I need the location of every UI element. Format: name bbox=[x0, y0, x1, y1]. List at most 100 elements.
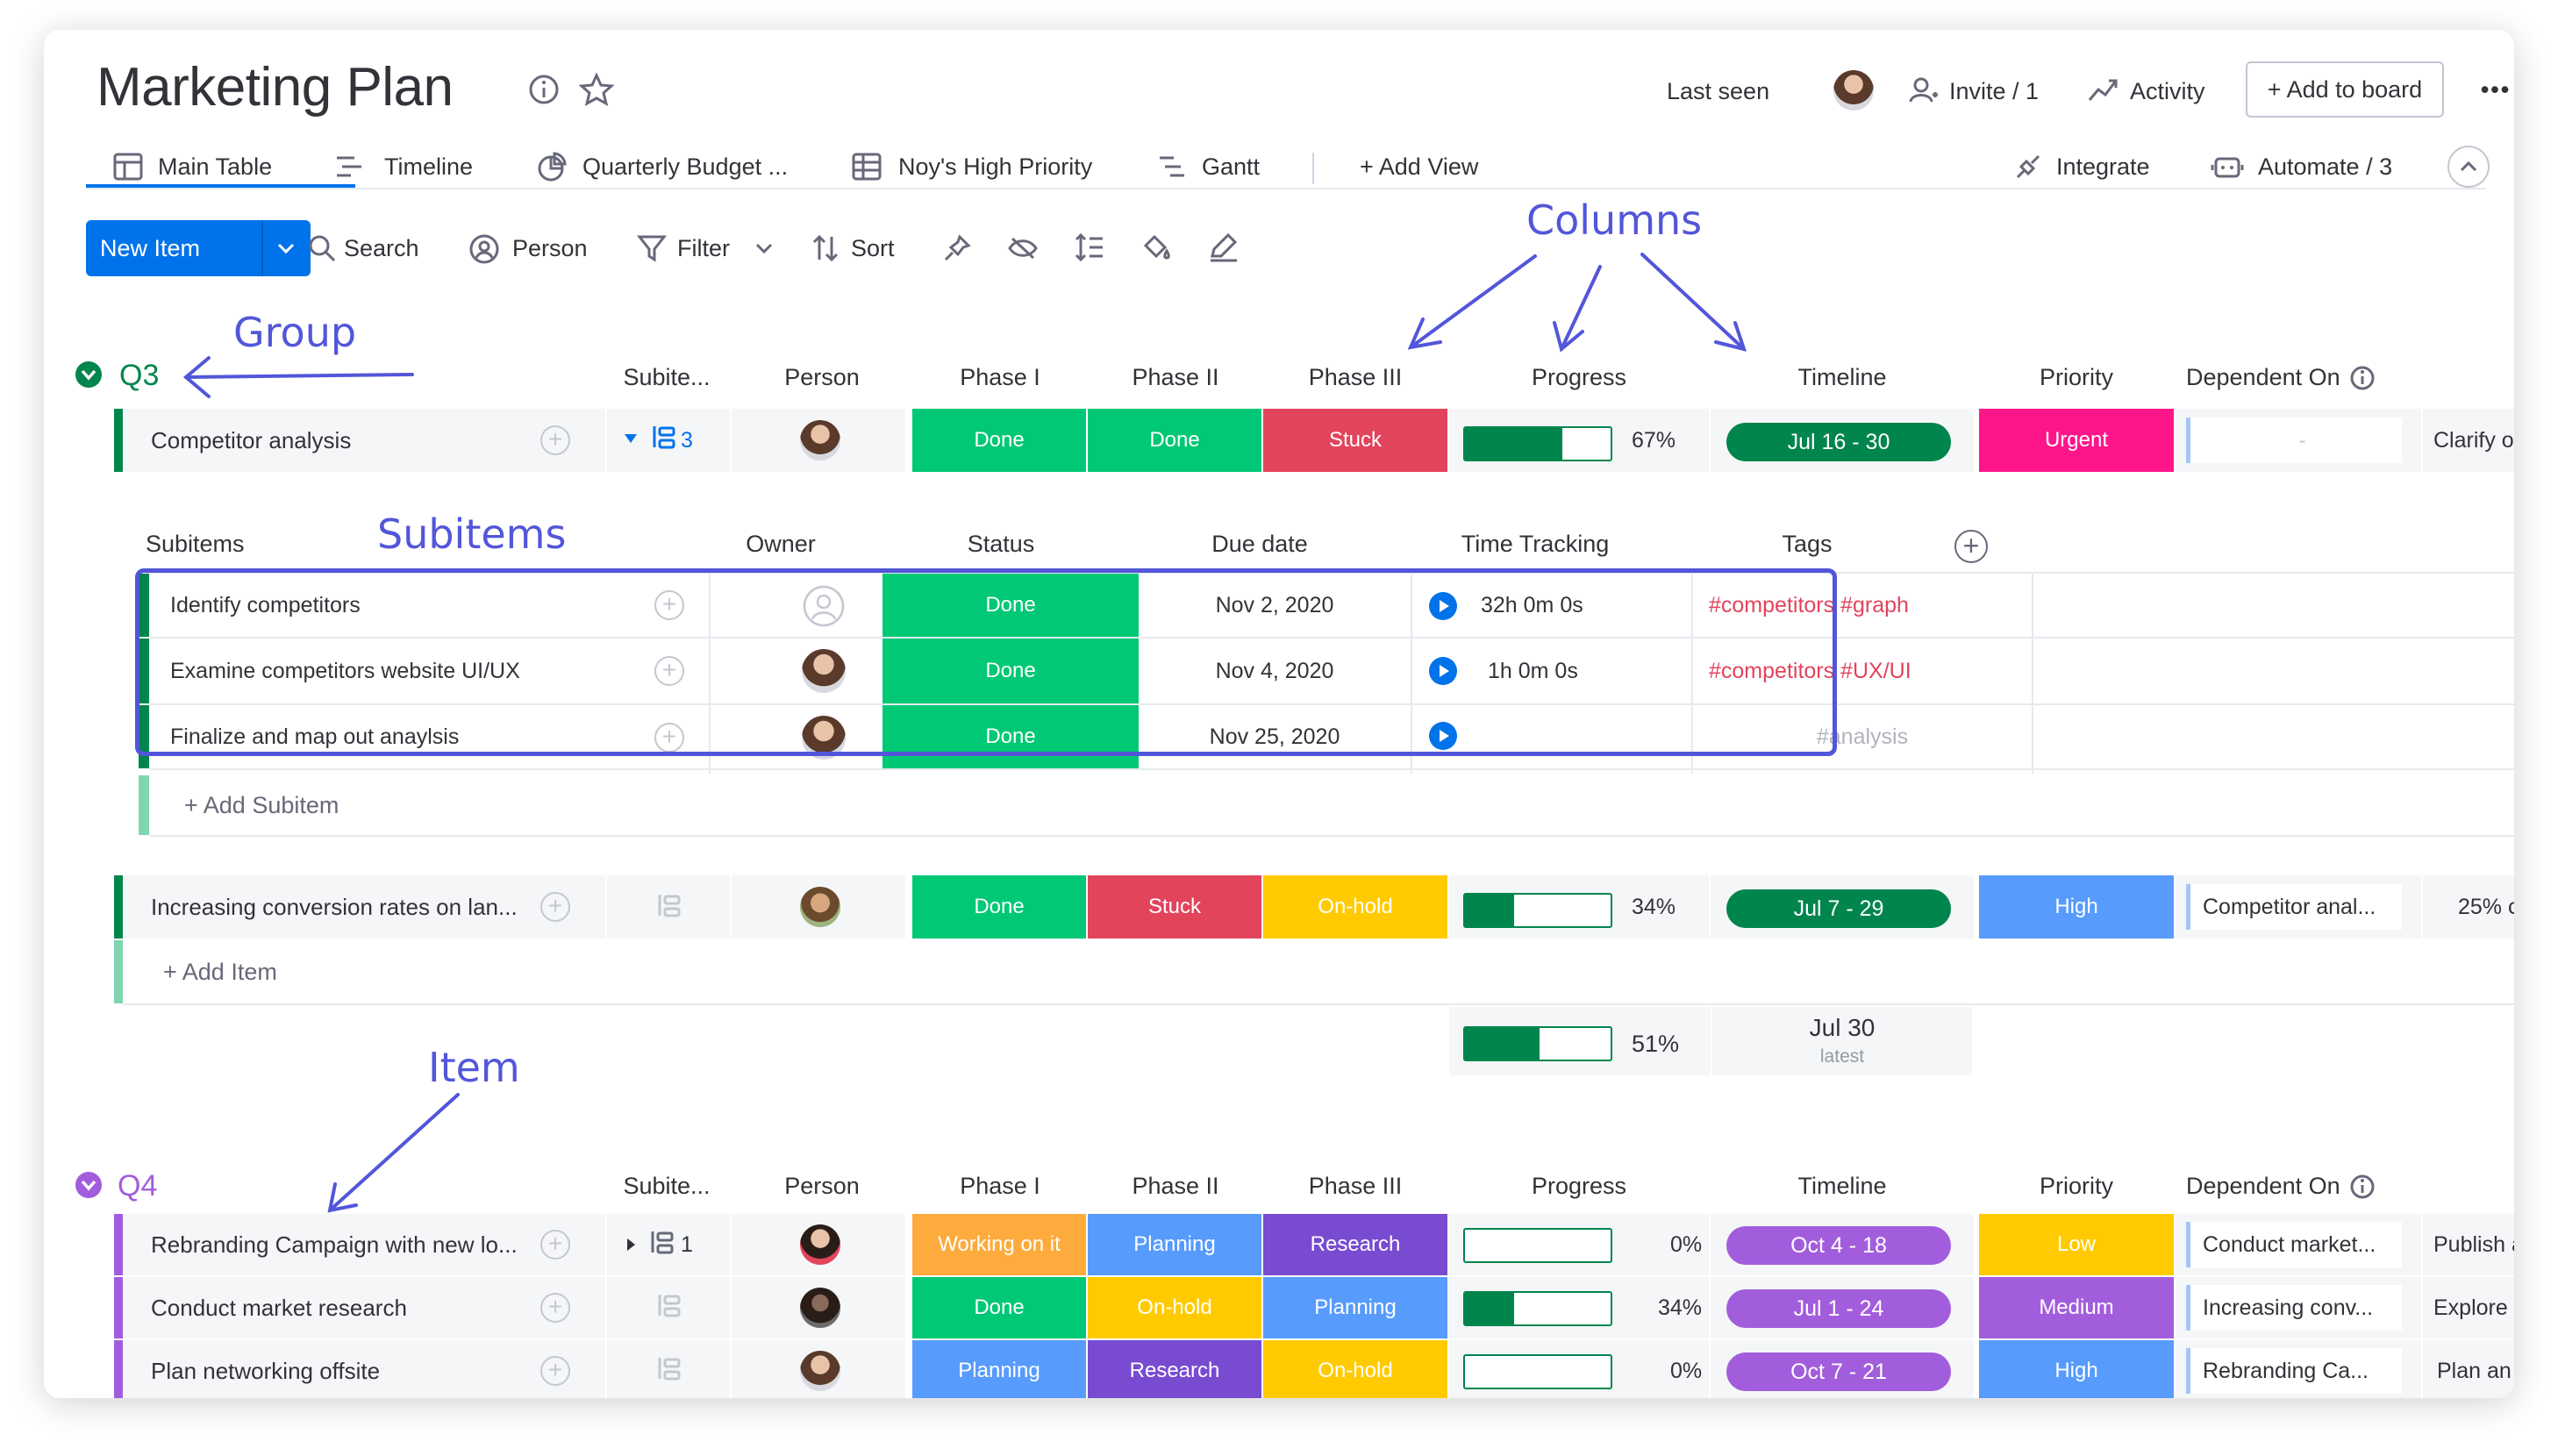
add-update-icon[interactable]: + bbox=[540, 1356, 570, 1386]
timeline-pill[interactable]: Oct 4 - 18 bbox=[1726, 1226, 1951, 1265]
status-phase-1[interactable]: Planning bbox=[912, 1340, 1086, 1398]
dependent-value[interactable]: Conduct market... bbox=[2186, 1222, 2402, 1267]
extra-column-value[interactable]: Publish a n bbox=[2433, 1214, 2514, 1275]
caret-down-icon[interactable] bbox=[623, 432, 639, 446]
sort-button[interactable]: Sort bbox=[851, 231, 895, 266]
add-column-icon[interactable]: + bbox=[1954, 530, 1988, 563]
column-header-phase-3[interactable]: Phase III bbox=[1263, 1168, 1447, 1203]
timeline-pill[interactable]: Oct 7 - 21 bbox=[1726, 1353, 1951, 1391]
dependent-value[interactable]: Competitor anal... bbox=[2186, 884, 2402, 930]
avatar[interactable] bbox=[800, 420, 840, 460]
column-header-progress[interactable]: Progress bbox=[1456, 1168, 1702, 1203]
column-header-phase-2[interactable]: Phase II bbox=[1088, 360, 1263, 395]
column-header-dependent-on[interactable]: Dependent On bbox=[2186, 360, 2340, 395]
status-phase-3[interactable]: On-hold bbox=[1263, 1340, 1447, 1398]
priority-status[interactable]: High bbox=[1979, 875, 2174, 939]
pen-icon[interactable] bbox=[1207, 232, 1239, 263]
priority-status[interactable]: Low bbox=[1979, 1214, 2174, 1275]
tab-gantt[interactable]: Gantt bbox=[1202, 149, 1260, 184]
activity-icon[interactable] bbox=[2088, 77, 2118, 103]
item-name[interactable]: Competitor analysis bbox=[151, 409, 351, 472]
hide-icon[interactable] bbox=[1007, 233, 1039, 263]
column-header-phase-1[interactable]: Phase I bbox=[912, 360, 1088, 395]
column-header-priority[interactable]: Priority bbox=[1979, 1168, 2174, 1203]
color-fill-icon[interactable] bbox=[1140, 232, 1172, 263]
search-button[interactable]: Search bbox=[344, 231, 419, 266]
column-header-progress[interactable]: Progress bbox=[1456, 360, 1702, 395]
status-phase-1[interactable]: Working on it bbox=[912, 1214, 1086, 1275]
board-title[interactable]: Marketing Plan bbox=[96, 56, 454, 118]
priority-status[interactable]: Medium bbox=[1979, 1277, 2174, 1338]
subitems-icon[interactable] bbox=[654, 1354, 682, 1384]
tab-main-table[interactable]: Main Table bbox=[158, 149, 272, 184]
status-phase-2[interactable]: Stuck bbox=[1088, 875, 1261, 939]
column-header-timeline[interactable]: Timeline bbox=[1711, 360, 1974, 395]
info-icon[interactable] bbox=[2349, 365, 2376, 391]
column-header-phase-3[interactable]: Phase III bbox=[1263, 360, 1447, 395]
group-title-q4[interactable]: Q4 bbox=[118, 1167, 157, 1205]
column-header-subitems[interactable]: Subite... bbox=[605, 360, 728, 395]
add-view-button[interactable]: + Add View bbox=[1360, 149, 1478, 184]
status-phase-1[interactable]: Done bbox=[912, 409, 1086, 472]
item-name[interactable]: Increasing conversion rates on lan... bbox=[151, 875, 518, 939]
subitems-icon[interactable] bbox=[654, 891, 682, 921]
subitems-icon[interactable] bbox=[654, 1291, 682, 1321]
filter-button[interactable]: Filter bbox=[677, 231, 730, 266]
timeline-pill[interactable]: Jul 16 - 30 bbox=[1726, 423, 1951, 461]
chevron-down-icon[interactable] bbox=[754, 242, 774, 256]
timeline-pill[interactable]: Jul 1 - 24 bbox=[1726, 1289, 1951, 1328]
tab-noys-high-priority[interactable]: Noy's High Priority bbox=[898, 149, 1092, 184]
tab-quarterly-budget[interactable]: Quarterly Budget ... bbox=[582, 149, 788, 184]
info-icon[interactable] bbox=[528, 74, 560, 105]
subitems-header-status[interactable]: Status bbox=[874, 526, 1128, 561]
new-item-button[interactable]: New Item bbox=[86, 220, 311, 276]
add-to-board-button[interactable]: + Add to board bbox=[2246, 61, 2444, 118]
add-update-icon[interactable]: + bbox=[540, 892, 570, 922]
activity-button[interactable]: Activity bbox=[2130, 74, 2205, 109]
avatar[interactable] bbox=[800, 1288, 840, 1328]
extra-column-value[interactable]: Clarify our bbox=[2433, 409, 2514, 472]
status-phase-2[interactable]: Research bbox=[1088, 1340, 1261, 1398]
subitems-header-owner[interactable]: Owner bbox=[693, 526, 868, 561]
status-phase-3[interactable]: Planning bbox=[1263, 1277, 1447, 1338]
subitems-header-tags[interactable]: Tags bbox=[1676, 526, 1939, 561]
item-name[interactable]: Conduct market research bbox=[151, 1277, 407, 1338]
tab-timeline[interactable]: Timeline bbox=[384, 149, 473, 184]
group-collapse-icon[interactable] bbox=[74, 1170, 104, 1200]
subitems-header-time-tracking[interactable]: Time Tracking bbox=[1395, 526, 1676, 561]
priority-status[interactable]: Urgent bbox=[1979, 409, 2174, 472]
group-title-q3[interactable]: Q3 bbox=[119, 356, 159, 395]
add-subitem-button[interactable]: + Add Subitem bbox=[184, 775, 339, 835]
invite-button[interactable]: Invite / 1 bbox=[1949, 74, 2039, 109]
add-item-button[interactable]: + Add Item bbox=[163, 940, 277, 1003]
column-header-phase-1[interactable]: Phase I bbox=[912, 1168, 1088, 1203]
dependent-value[interactable]: - bbox=[2186, 418, 2402, 463]
row-height-icon[interactable] bbox=[1074, 232, 1105, 263]
status-phase-3[interactable]: Research bbox=[1263, 1214, 1447, 1275]
avatar[interactable] bbox=[800, 1351, 840, 1391]
extra-column-value[interactable]: Explore des bbox=[2433, 1277, 2514, 1338]
column-header-dependent-on[interactable]: Dependent On bbox=[2186, 1168, 2340, 1203]
add-update-icon[interactable]: + bbox=[540, 1230, 570, 1260]
subitems-header-due-date[interactable]: Due date bbox=[1128, 526, 1391, 561]
avatar[interactable] bbox=[1833, 70, 1874, 111]
avatar[interactable] bbox=[800, 887, 840, 927]
status-phase-1[interactable]: Done bbox=[912, 1277, 1086, 1338]
status-phase-3[interactable]: Stuck bbox=[1263, 409, 1447, 472]
column-header-subitems[interactable]: Subite... bbox=[605, 1168, 728, 1203]
star-icon[interactable] bbox=[579, 72, 614, 107]
dependent-value[interactable]: Rebranding Ca... bbox=[2186, 1348, 2402, 1394]
invite-icon[interactable] bbox=[1909, 75, 1939, 105]
column-header-person[interactable]: Person bbox=[739, 1168, 905, 1203]
status-phase-3[interactable]: On-hold bbox=[1263, 875, 1447, 939]
info-icon[interactable] bbox=[2349, 1174, 2376, 1200]
person-filter-button[interactable]: Person bbox=[512, 231, 588, 266]
status-phase-2[interactable]: Planning bbox=[1088, 1214, 1261, 1275]
pin-icon[interactable] bbox=[942, 233, 972, 263]
item-name[interactable]: Rebranding Campaign with new lo... bbox=[151, 1214, 518, 1275]
dependent-value[interactable]: Increasing conv... bbox=[2186, 1285, 2402, 1331]
column-header-phase-2[interactable]: Phase II bbox=[1088, 1168, 1263, 1203]
status-phase-2[interactable]: On-hold bbox=[1088, 1277, 1261, 1338]
column-header-priority[interactable]: Priority bbox=[1979, 360, 2174, 395]
status-phase-1[interactable]: Done bbox=[912, 875, 1086, 939]
